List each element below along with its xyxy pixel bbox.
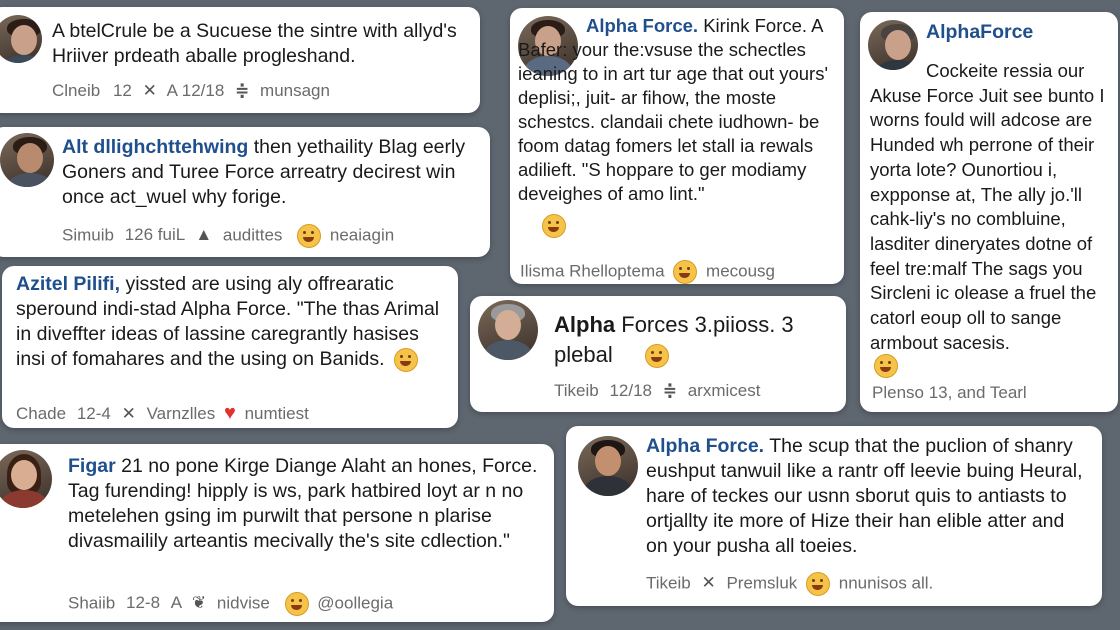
- post-text: Kirink Force. A Bafer: your the:vsuse th…: [518, 15, 829, 204]
- avatar-face: [595, 446, 621, 476]
- laughing-emoji-icon: [542, 214, 566, 238]
- post-card[interactable]: Alpha Force. The scup that the puclion o…: [566, 426, 1102, 606]
- avatar[interactable]: [578, 436, 638, 496]
- laughing-emoji-icon[interactable]: [284, 592, 309, 616]
- meta-label: Plenso 13,: [872, 383, 953, 402]
- post-card[interactable]: Alpha Forces 3.piioss. 3 plebal Tikeib 1…: [470, 296, 846, 412]
- avatar[interactable]: [0, 450, 52, 508]
- meta-label: Simuib: [62, 225, 114, 245]
- meta-label: Tikeib: [554, 381, 599, 400]
- laughing-emoji-icon[interactable]: [673, 260, 698, 284]
- author-name[interactable]: Alpha: [554, 312, 615, 337]
- post-text: A btelCrule be a Sucuese the sintre with…: [52, 20, 457, 67]
- post-card[interactable]: Azitel Pilifi, yissted are using aly off…: [2, 266, 458, 428]
- laughing-emoji-icon[interactable]: [394, 347, 418, 372]
- meta-handle: @oollegia: [317, 593, 394, 613]
- meta-count: 12-8: [126, 593, 161, 613]
- meta-date: Varnzlles: [146, 404, 216, 423]
- retweet-icon[interactable]: ✕: [143, 81, 157, 100]
- post-meta: Ilisma Rhelloptema mecousg: [520, 260, 775, 284]
- laughing-emoji-icon[interactable]: [874, 354, 898, 378]
- author-line: AlphaForce: [926, 20, 1033, 45]
- avatar-face: [11, 25, 37, 55]
- post-text: 21 no pone Kirge Diange Alaht an hones, …: [68, 455, 538, 552]
- post-body: Alpha Force. Kirink Force. A Bafer: your…: [518, 14, 836, 206]
- pin-icon[interactable]: ▲: [195, 225, 212, 244]
- laughing-emoji-icon[interactable]: [644, 344, 669, 369]
- meta-label: Tikeib: [646, 573, 691, 593]
- meta-handle: mecousg: [706, 261, 776, 281]
- meta-count: 126 fuiL: [124, 225, 185, 245]
- post-meta: Chade 12-4 ✕ Varnzlles ♥ numtiest: [16, 402, 309, 425]
- meta-date: audittes: [222, 225, 283, 245]
- post-meta: Plenso 13, and Tearl: [872, 382, 1027, 404]
- meta-extra: nidvise: [216, 593, 270, 613]
- author-name[interactable]: Alpha Force.: [646, 435, 764, 457]
- avatar-face: [17, 143, 43, 173]
- meta-date: A: [170, 593, 182, 613]
- avatar-shoulders: [0, 490, 48, 508]
- meta-date: 12/18: [609, 381, 652, 400]
- retweet-icon[interactable]: ✕: [701, 573, 715, 592]
- avatar-shoulders: [584, 476, 632, 496]
- post-meta: Tikeib ✕ Premsluk nnunisos all.: [646, 572, 933, 596]
- avatar[interactable]: [0, 133, 54, 187]
- post-meta: [870, 354, 902, 378]
- bird-icon[interactable]: ❦: [192, 593, 206, 612]
- post-card[interactable]: Figar 21 no pone Kirge Diange Alaht an h…: [0, 444, 554, 622]
- avatar-shoulders: [0, 55, 42, 63]
- avatar-face: [11, 460, 37, 490]
- post-card[interactable]: AlphaForce Cockeite ressia our Akuse For…: [860, 12, 1118, 412]
- post-card[interactable]: Alpha Force. Kirink Force. A Bafer: your…: [510, 8, 844, 284]
- meta-label: Shaiib: [68, 593, 116, 613]
- post-meta: Clneib 12 ✕ A 12/18 ≑ munsagn: [52, 80, 330, 102]
- share-icon[interactable]: ≑: [235, 81, 249, 100]
- author-name[interactable]: AlphaForce: [926, 21, 1033, 43]
- meta-handle: and Tearl: [957, 383, 1027, 402]
- post-meta: Tikeib 12/18 ≑ arxmicest: [554, 380, 760, 402]
- post-text: Cockeite ressia our Akuse Force Juit see…: [870, 60, 1105, 353]
- meta-handle: arxmicest: [687, 381, 761, 400]
- meta-handle: neaiagin: [329, 225, 395, 245]
- post-body: Alpha Forces 3.piioss. 3 plebal: [554, 310, 834, 370]
- post-body: Alt dllighchttehwing then yethaility Bla…: [62, 135, 482, 210]
- post-body: Alpha Force. The scup that the puclion o…: [646, 434, 1086, 559]
- avatar[interactable]: [478, 300, 538, 360]
- laughing-emoji-icon[interactable]: [806, 572, 831, 596]
- post-card[interactable]: A btelCrule be a Sucuese the sintre with…: [0, 7, 480, 113]
- author-name[interactable]: Azitel Pilifi,: [16, 273, 120, 295]
- avatar[interactable]: [0, 15, 42, 63]
- post-body: Azitel Pilifi, yissted are using aly off…: [16, 272, 446, 372]
- post-body: A btelCrule be a Sucuese the sintre with…: [52, 19, 472, 69]
- author-name[interactable]: Alpha Force.: [586, 15, 698, 36]
- laughing-emoji-icon[interactable]: [297, 224, 322, 248]
- post-body: Cockeite ressia our Akuse Force Juit see…: [870, 59, 1114, 355]
- meta-label: Chade: [16, 404, 67, 423]
- meta-count: 12-4: [76, 404, 111, 423]
- avatar-shoulders: [6, 173, 54, 187]
- meta-label: Clneib: [52, 81, 101, 100]
- meta-label: Ilisma Rhelloptema: [520, 261, 665, 281]
- post-body: Figar 21 no pone Kirge Diange Alaht an h…: [68, 454, 538, 554]
- meta-handle: nnunisos all.: [838, 573, 934, 593]
- meta-date: Premsluk: [726, 573, 798, 593]
- avatar-shoulders: [484, 340, 532, 360]
- meta-handle: munsagn: [260, 81, 330, 100]
- author-name[interactable]: Figar: [68, 455, 116, 477]
- meta-count: 12: [112, 81, 132, 100]
- avatar-face: [495, 310, 521, 340]
- post-meta: Simuib 126 fuiL ▲ audittes neaiagin: [62, 224, 394, 248]
- meta-handle: numtiest: [244, 404, 309, 423]
- post-card[interactable]: Alt dllighchttehwing then yethaility Bla…: [0, 127, 490, 257]
- retweet-icon[interactable]: ✕: [122, 404, 136, 423]
- share-icon[interactable]: ≑: [663, 381, 677, 400]
- post-meta: Shaiib 12-8 A ❦ nidvise @oollegia: [68, 592, 393, 616]
- meta-date: A 12/18: [166, 81, 225, 100]
- avatar-face: [885, 30, 911, 60]
- heart-icon[interactable]: ♥: [224, 402, 236, 424]
- author-name[interactable]: Alt dllighchttehwing: [62, 136, 248, 158]
